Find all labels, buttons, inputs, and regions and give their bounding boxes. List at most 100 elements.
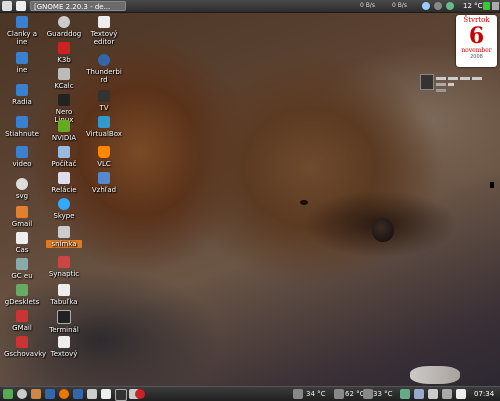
desktop-icon-video[interactable]: video (4, 146, 40, 168)
package-icon (58, 256, 70, 268)
desktop-icon-nvidia[interactable]: NVIDIA (46, 120, 82, 142)
desktop-icon-vlc[interactable]: VLC (86, 146, 122, 168)
desktop-icon-thunderbird[interactable]: Thunderbi rd (86, 54, 122, 84)
folder-icon (16, 84, 28, 96)
terminal-icon[interactable] (16, 1, 26, 11)
opera-icon[interactable] (135, 389, 145, 399)
desktop-icon-relacie[interactable]: Relácie (46, 172, 82, 194)
tray-icon-4[interactable] (442, 389, 452, 399)
launcher-icon-5[interactable] (87, 389, 97, 399)
desktop-icon-snimka[interactable]: snímka (46, 226, 82, 248)
nvidia-icon (58, 120, 70, 132)
system-monitor-widget[interactable] (420, 74, 496, 102)
desktop-icon-synaptic[interactable]: Synaptic (46, 256, 82, 278)
desktop-icon-textovy-editor[interactable]: Textový editor (86, 16, 122, 46)
show-desktop-icon[interactable] (3, 389, 13, 399)
thunderbird-icon (98, 54, 110, 66)
desktop-icon-vzhlad[interactable]: Vzhľad (86, 172, 122, 194)
tray-icon[interactable] (400, 389, 410, 399)
desktop-icon-tabulka[interactable]: Tabuľka (46, 284, 82, 306)
desktop-icon-terminal[interactable]: Terminál (46, 310, 82, 334)
session-icon (58, 172, 70, 184)
app-icon (16, 258, 28, 270)
folder-icon (16, 52, 28, 64)
sensor-icon (293, 389, 303, 399)
disc-burn-icon (58, 42, 70, 54)
launcher-icon-2[interactable] (31, 389, 41, 399)
screenshot-icon (58, 226, 70, 238)
weather-temperature[interactable]: 12 °C (463, 1, 483, 11)
sensor-temp-1: 34 °C (306, 390, 326, 398)
clock[interactable]: 07:34 (474, 389, 494, 399)
mouse-cursor-icon (490, 182, 494, 188)
sensor-icon-3 (363, 389, 373, 399)
sensor-icon-2 (334, 389, 344, 399)
bear-nose (372, 218, 394, 242)
guarddog-icon (58, 16, 70, 28)
network-icon-2[interactable] (434, 2, 442, 10)
disc-icon (58, 94, 70, 106)
desktop-icon-gmail-2[interactable]: GMail (4, 310, 40, 332)
vlc-cone-icon (98, 146, 110, 158)
desktop-icon-svg[interactable]: svg (4, 178, 40, 200)
document-icon (16, 232, 28, 244)
tray-icon-2[interactable] (414, 389, 424, 399)
spreadsheet-icon (58, 284, 70, 296)
skype-icon (58, 198, 70, 210)
calendar-widget[interactable]: Štvrtok 6 november 2008 (456, 15, 497, 67)
launcher-icon-4[interactable] (73, 389, 83, 399)
volume-icon[interactable] (492, 2, 499, 10)
taskbar-window-button[interactable]: [GNOME 2.20.3 - de... (30, 1, 126, 11)
bear-claw (410, 366, 460, 384)
text-editor-icon (98, 16, 110, 28)
sensor-temp-2: 62 °C (345, 390, 365, 398)
folder-icon (16, 16, 28, 28)
computer-icon (58, 146, 70, 158)
desktop-icon-ine[interactable]: ine (4, 52, 40, 74)
desktop-icon-gschovavky[interactable]: Gschovavky (4, 336, 46, 358)
network-icon[interactable] (422, 2, 430, 10)
magnifier-icon (16, 178, 28, 190)
tray-icon-3[interactable] (428, 389, 438, 399)
launcher-icon-6[interactable] (101, 389, 111, 399)
desktop-icon-stiahnute[interactable]: Stiahnute (4, 116, 40, 138)
launcher-icon[interactable] (17, 389, 27, 399)
battery-icon[interactable] (483, 2, 490, 10)
firefox-icon[interactable] (59, 389, 69, 399)
terminal-icon (57, 310, 71, 324)
launcher-icon-3[interactable] (45, 389, 55, 399)
mail-icon (16, 206, 28, 218)
desktop-icon-gdesklets[interactable]: gDesklets (4, 284, 40, 306)
sensor-temp-3: 33 °C (373, 390, 393, 398)
menu-icon[interactable] (2, 1, 12, 11)
virtualbox-icon (98, 116, 110, 128)
desktop-icon-clanky[interactable]: Clanky a ine (4, 16, 40, 46)
desktop-icon-gmail[interactable]: Gmail (4, 206, 40, 228)
volume-icon[interactable] (456, 389, 466, 399)
cpu-graph-icon (420, 74, 434, 90)
desktop-icon-radia[interactable]: Radia (4, 84, 40, 106)
desktop-icon-k3b[interactable]: K3b (46, 42, 82, 64)
desktop-icon-gc-eu[interactable]: GC eu (4, 258, 40, 280)
desktop-icon-virtualbox[interactable]: VirtualBox (86, 116, 122, 138)
calendar-day-number: 6 (468, 23, 485, 49)
weather-icon[interactable] (446, 2, 454, 10)
desktop-icon-skype[interactable]: Skype (46, 198, 82, 220)
sysmon-bars (436, 76, 484, 94)
desktop-icon-kcalc[interactable]: KCalc (46, 68, 82, 90)
desktop-icon-pocitac[interactable]: Počítač (46, 146, 82, 168)
folder-icon (16, 116, 28, 128)
desktop-icon-tv[interactable]: TV (86, 90, 122, 112)
calendar-year: 2008 (470, 54, 483, 60)
appearance-icon (98, 172, 110, 184)
mail-icon (16, 310, 28, 322)
terminal-icon[interactable] (115, 389, 127, 401)
calendar-month: november (461, 47, 492, 54)
text-document-icon (58, 336, 70, 348)
desktop-icon-textovy[interactable]: Textový (46, 336, 82, 358)
desktop-icon-cas[interactable]: Cas (4, 232, 40, 254)
bear-eye (300, 200, 308, 205)
tv-icon (98, 90, 110, 102)
net-down-speed: 0 B/s (360, 2, 375, 9)
desktop-icon-guarddog[interactable]: Guarddog (46, 16, 82, 38)
